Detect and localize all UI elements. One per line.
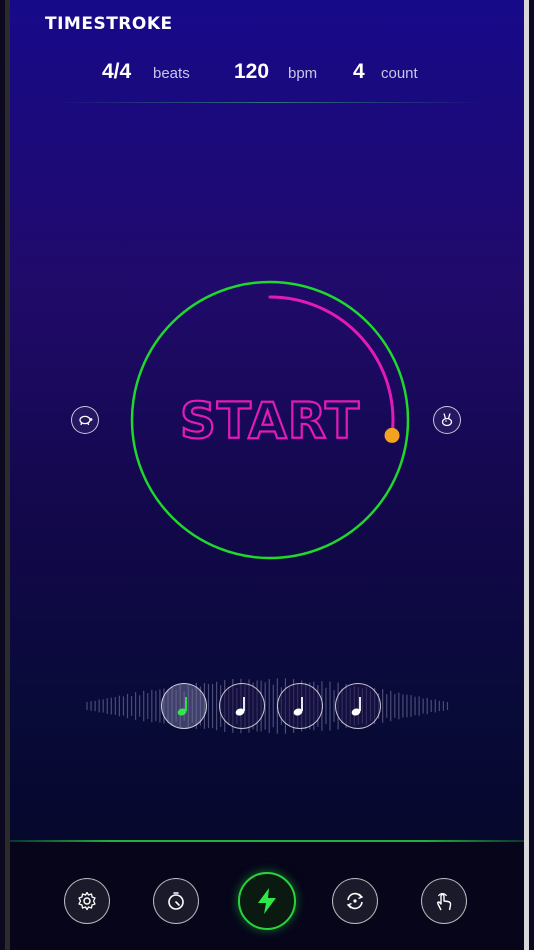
left-frame-edge bbox=[5, 0, 10, 950]
tortoise-icon bbox=[79, 415, 93, 426]
timer-button[interactable] bbox=[153, 878, 199, 924]
timer-icon bbox=[168, 892, 184, 910]
gear-icon bbox=[78, 891, 96, 911]
count-unit: count bbox=[381, 65, 418, 82]
slower-button[interactable] bbox=[71, 406, 99, 434]
count-value[interactable]: 4 bbox=[353, 60, 365, 84]
settings-button[interactable] bbox=[64, 878, 110, 924]
waveform bbox=[86, 678, 449, 734]
quarter-note-icon bbox=[177, 697, 187, 716]
start-label[interactable]: START bbox=[179, 391, 360, 451]
app-root: TIMESTROKE 4/4 beats 120 bpm 4 count STA… bbox=[5, 0, 529, 950]
tempo-value[interactable]: 120 bbox=[234, 60, 269, 84]
app-logo: TIMESTROKE bbox=[45, 14, 173, 34]
hare-icon bbox=[441, 413, 453, 427]
repeat-button[interactable] bbox=[332, 878, 378, 924]
progress-handle[interactable] bbox=[384, 427, 400, 443]
repeat-icon bbox=[346, 892, 364, 910]
faster-button[interactable] bbox=[433, 406, 461, 434]
power-mode-button[interactable] bbox=[238, 872, 296, 930]
beat-4-button[interactable] bbox=[335, 683, 381, 729]
top-divider bbox=[55, 102, 485, 103]
time-signature-value[interactable]: 4/4 bbox=[102, 60, 131, 84]
quarter-note-icon bbox=[351, 697, 361, 716]
stats-bar: 4/4 beats 120 bpm 4 count bbox=[5, 60, 529, 88]
beat-3-button[interactable] bbox=[277, 683, 323, 729]
tap-tempo-button[interactable] bbox=[421, 878, 467, 924]
right-frame-edge bbox=[524, 0, 529, 950]
beat-2-button[interactable] bbox=[219, 683, 265, 729]
tap-hand-icon bbox=[436, 892, 452, 911]
bottom-nav bbox=[5, 842, 529, 950]
quarter-note-icon bbox=[293, 697, 303, 716]
lightning-icon bbox=[258, 888, 276, 914]
quarter-note-icon bbox=[235, 697, 245, 716]
time-signature-unit: beats bbox=[153, 65, 190, 82]
tempo-unit: bpm bbox=[288, 65, 318, 82]
beat-indicator bbox=[85, 678, 455, 734]
start-dial[interactable]: START bbox=[120, 278, 420, 568]
beat-1-button[interactable] bbox=[161, 683, 207, 729]
